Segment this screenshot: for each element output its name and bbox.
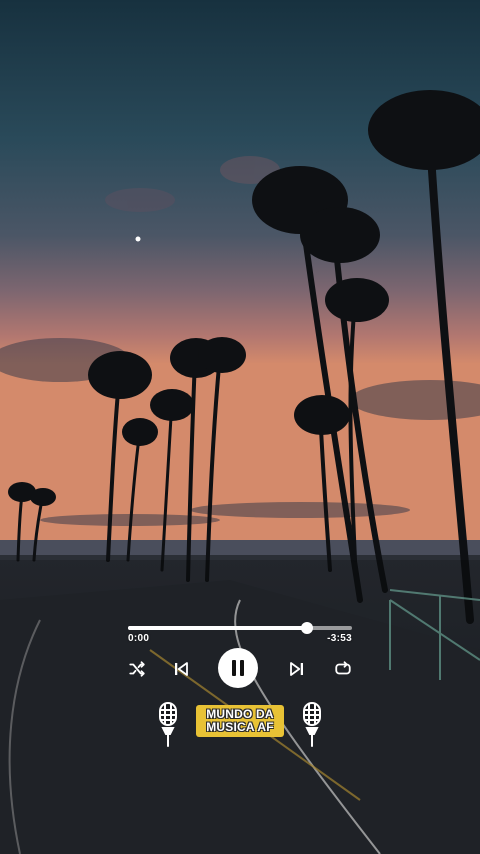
progress-bar[interactable]	[128, 622, 352, 634]
microphone-icon	[303, 702, 321, 747]
progress-fill	[128, 626, 308, 630]
skip-previous-icon	[175, 662, 188, 676]
repeat-icon	[335, 661, 351, 675]
brand-line-2: MUSICA AF	[206, 720, 274, 734]
shuffle-icon	[129, 661, 145, 677]
elapsed-time: 0:00	[128, 633, 150, 644]
repeat-button[interactable]	[333, 659, 353, 679]
play-pause-button[interactable]	[218, 648, 258, 688]
shuffle-button[interactable]	[127, 659, 147, 679]
progress-thumb[interactable]	[301, 622, 314, 634]
pause-icon	[232, 660, 244, 676]
skip-next-icon	[290, 662, 303, 676]
microphone-left	[154, 700, 182, 753]
next-button[interactable]	[287, 659, 307, 679]
previous-button[interactable]	[171, 659, 191, 679]
brand-logo: MUNDO DA MUSICA AF	[196, 705, 284, 737]
microphone-icon	[159, 702, 177, 747]
music-player-overlay: 0:00 -3:53 MUNDO DA MUSICA AF	[0, 0, 480, 854]
microphone-right	[298, 700, 326, 753]
remaining-time: -3:53	[327, 633, 352, 644]
